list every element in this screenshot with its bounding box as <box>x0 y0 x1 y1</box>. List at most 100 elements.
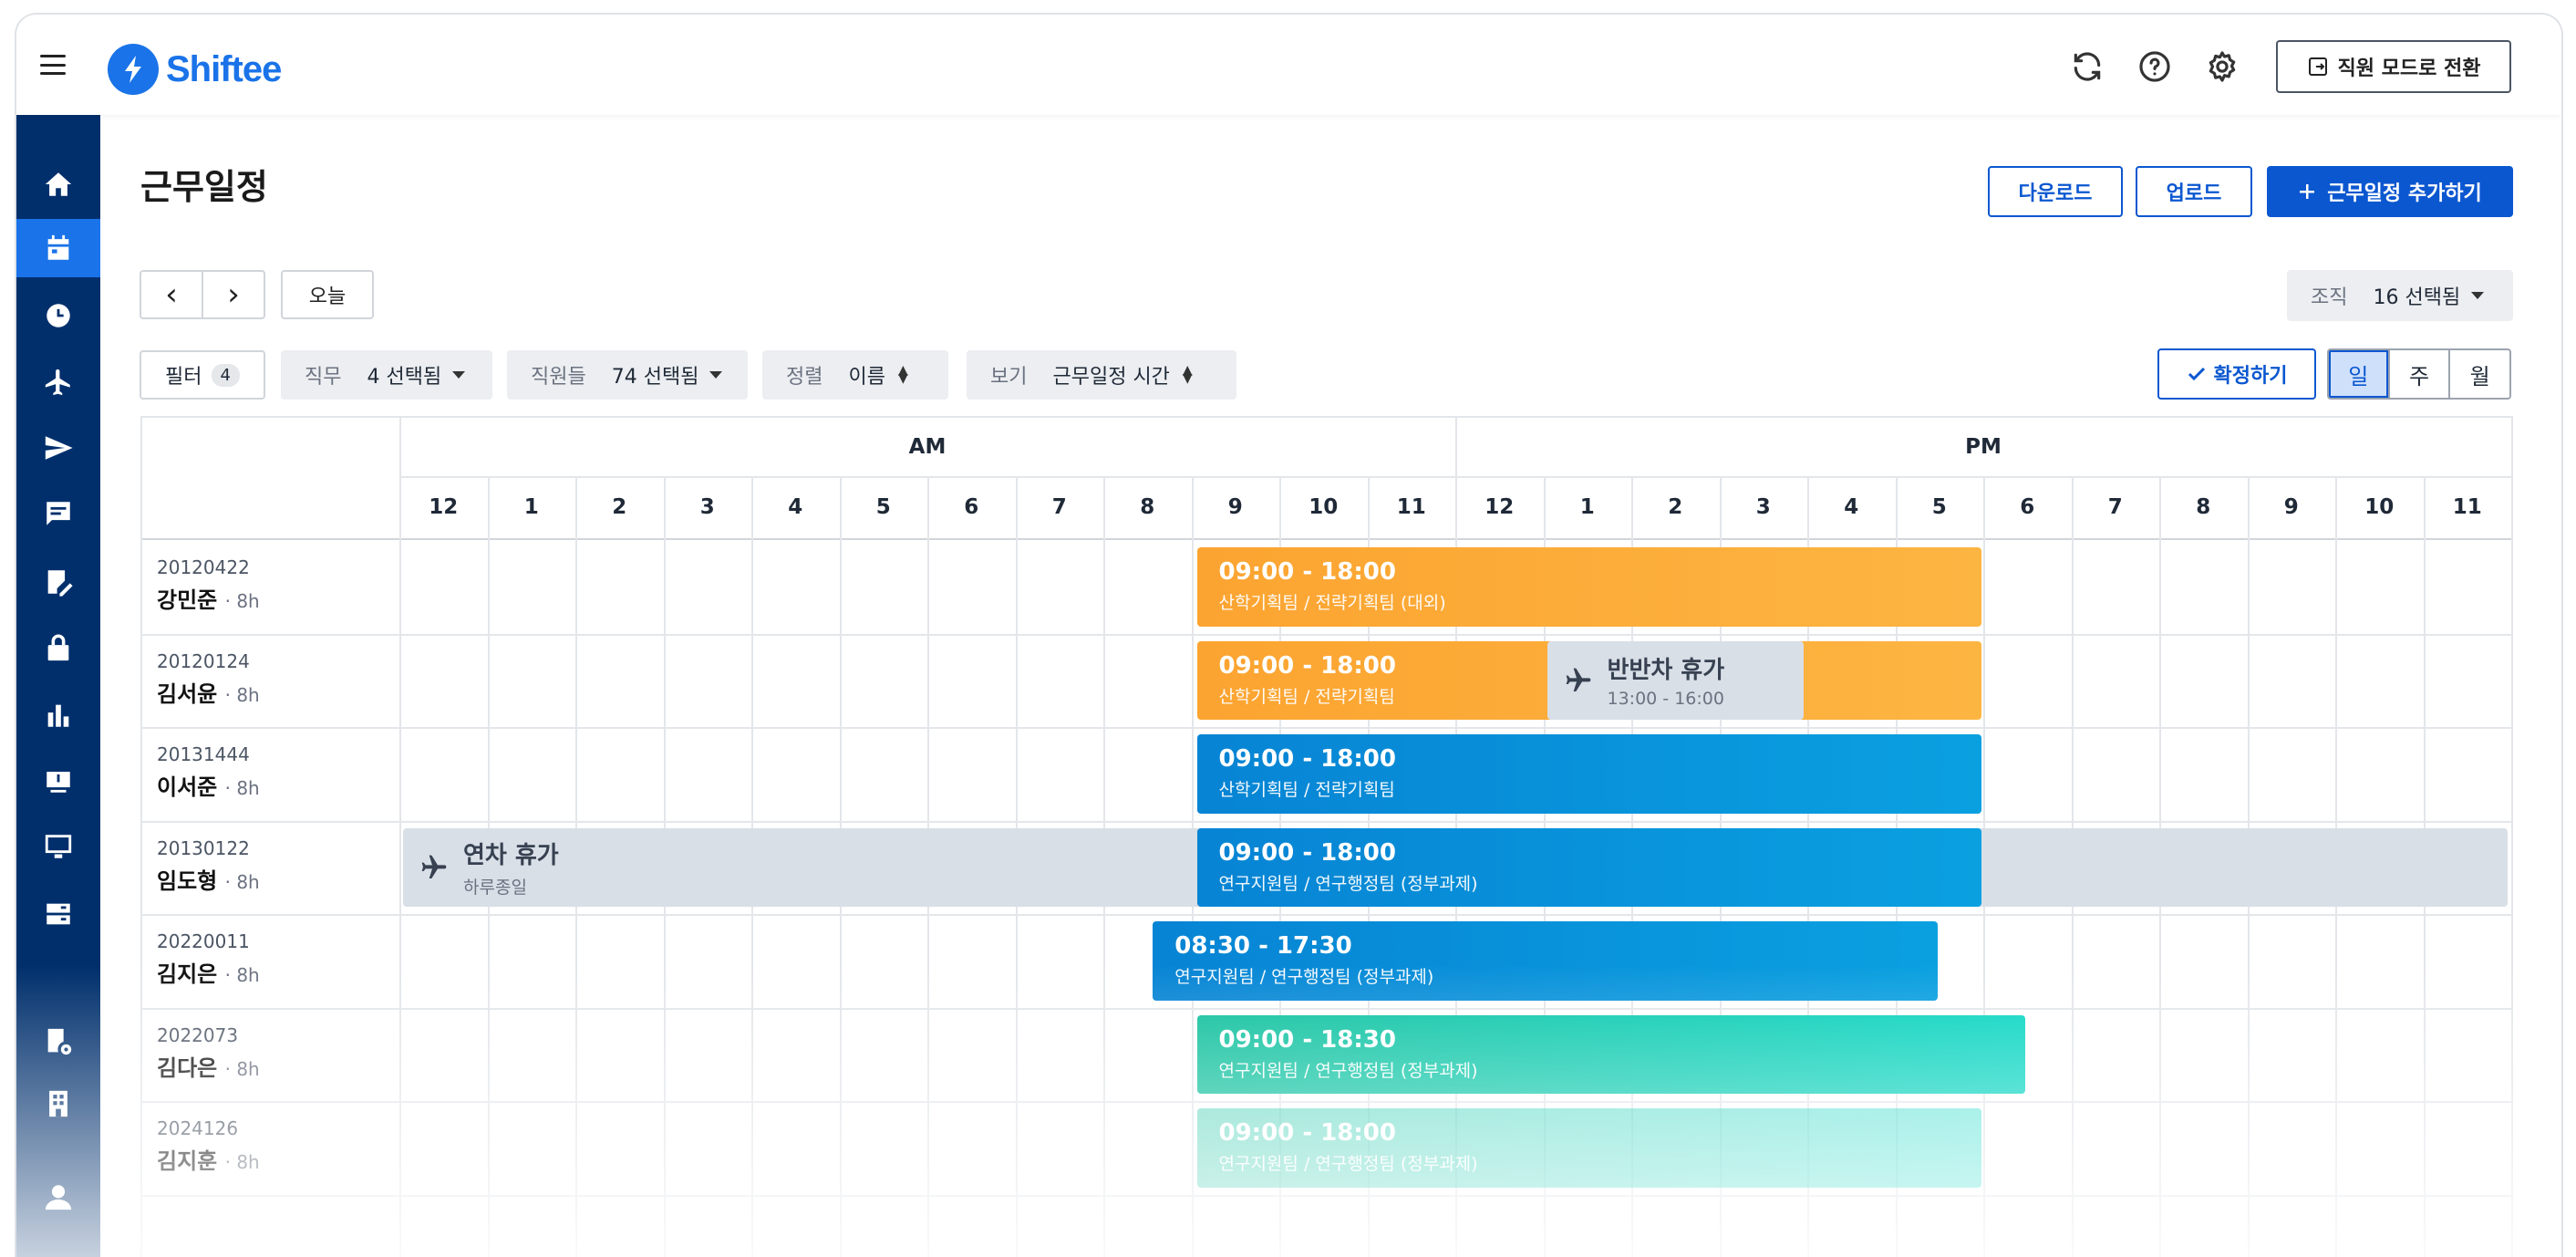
view-arrows-icon: ▲ ▼ <box>1182 363 1193 386</box>
building-icon <box>49 1090 67 1117</box>
shift-team: 연구지원팀 / 연구행정팀 (정부과제) <box>1218 1154 1478 1174</box>
view-mode-day[interactable]: 일 <box>2329 350 2390 398</box>
sidebar-item-schedule[interactable] <box>16 219 100 277</box>
employee-id: 20220011 <box>157 930 250 952</box>
airplane-icon <box>421 855 447 878</box>
help-icon[interactable] <box>2137 49 2172 84</box>
employee-id: 20120422 <box>157 556 250 578</box>
hour-label: 11 <box>1396 495 1426 519</box>
home-icon <box>45 172 72 196</box>
sidebar-item-documents[interactable] <box>16 553 100 611</box>
airplane-icon <box>1566 668 1590 691</box>
row-divider <box>142 1101 2511 1103</box>
add-schedule-label: 근무일정 추가하기 <box>2327 182 2482 205</box>
employee-name: 김지은 <box>157 961 218 987</box>
logo[interactable]: Shiftee <box>108 44 282 95</box>
app-name: Shiftee <box>166 48 282 89</box>
settings-gear-icon[interactable] <box>2205 49 2240 84</box>
hour-label: 1 <box>523 495 539 519</box>
sidebar-item-profile[interactable] <box>16 1168 100 1226</box>
view-mode-toggle: 일 주 월 <box>2327 348 2511 400</box>
employee-hours: · 8h <box>224 1057 260 1080</box>
row-divider <box>142 1194 2511 1197</box>
sort-selector[interactable]: 정렬 이름 ▲ ▼ <box>762 350 948 400</box>
employee-hours: · 8h <box>224 1151 260 1173</box>
sidebar-item-security[interactable] <box>16 618 100 677</box>
sidebar-item-home[interactable] <box>16 155 100 213</box>
confirm-label: 확정하기 <box>2213 365 2288 388</box>
employee-cell[interactable]: 20120124 김서윤 · 8h <box>157 650 260 708</box>
employee-cell[interactable]: 20131444 이서준 · 8h <box>157 743 260 801</box>
sidebar-item-leave[interactable] <box>16 353 100 411</box>
employee-name-line: 임도형 · 8h <box>157 863 260 895</box>
role-filter[interactable]: 직무 4 선택됨 <box>281 350 492 400</box>
sidebar-item-payroll[interactable] <box>16 752 100 810</box>
hour-label: 10 <box>2364 495 2395 519</box>
row-divider <box>142 820 2511 823</box>
hour-label: 12 <box>429 495 459 519</box>
row-divider <box>142 914 2511 916</box>
airplane-icon <box>45 369 70 396</box>
sidebar-item-reports[interactable] <box>16 686 100 744</box>
menu-icon[interactable] <box>40 55 66 75</box>
sidebar-item-admin-settings[interactable] <box>16 1013 100 1071</box>
shift-block[interactable]: 09:00 - 18:00 산학기획팀 / 전략기획팀 <box>1196 734 1981 814</box>
download-button[interactable]: 다운로드 <box>1988 166 2123 217</box>
employee-name-line: 김지훈 · 8h <box>157 1143 260 1175</box>
employee-hours: · 8h <box>224 683 260 706</box>
shift-block[interactable]: 09:00 - 18:00 산학기획팀 / 전략기획팀 (대외) <box>1196 547 1981 627</box>
employee-cell[interactable]: 2022073 김다은 · 8h <box>157 1024 260 1082</box>
add-schedule-button[interactable]: 근무일정 추가하기 <box>2267 166 2513 217</box>
employee-mode-button[interactable]: 직원 모드로 전환 <box>2276 40 2511 93</box>
shift-team: 연구지원팀 / 연구행정팀 (정부과제) <box>1174 967 1434 987</box>
employee-name: 김다은 <box>157 1054 218 1081</box>
employee-name: 김지훈 <box>157 1148 218 1174</box>
message-icon <box>47 502 70 525</box>
employee-cell[interactable]: 20130122 임도형 · 8h <box>157 837 260 895</box>
edit-document-icon <box>47 570 73 597</box>
hour-label: 11 <box>2452 495 2482 519</box>
shift-block[interactable]: 09:00 - 18:00 연구지원팀 / 연구행정팀 (정부과제) <box>1196 827 1981 907</box>
upload-button[interactable]: 업로드 <box>2136 166 2252 217</box>
staff-filter[interactable]: 직원들 74 선택됨 <box>507 350 748 400</box>
leave-block[interactable]: 반반차 휴가 13:00 - 16:00 <box>1547 640 1804 720</box>
shift-block[interactable]: 09:00 - 18:30 연구지원팀 / 연구행정팀 (정부과제) <box>1196 1014 2026 1094</box>
view-mode-month[interactable]: 월 <box>2450 350 2509 398</box>
staff-value: 74 선택됨 <box>611 366 699 389</box>
shift-team: 연구지원팀 / 연구행정팀 (정부과제) <box>1218 873 1478 894</box>
sidebar-item-company[interactable] <box>16 1075 100 1133</box>
sidebar-item-devices[interactable] <box>16 817 100 876</box>
view-selector[interactable]: 보기 근무일정 시간 ▲ ▼ <box>967 350 1236 400</box>
filter-button[interactable]: 필터 4 <box>140 350 265 400</box>
employee-cell[interactable]: 20120422 강민준 · 8h <box>157 556 260 614</box>
leave-time: 13:00 - 16:00 <box>1607 689 1724 710</box>
hour-label: 2 <box>612 495 627 519</box>
calendar-icon <box>47 234 69 260</box>
caret-down-icon <box>709 371 723 379</box>
sidebar-item-attendance[interactable] <box>16 286 100 345</box>
employee-mode-label: 직원 모드로 전환 <box>2337 57 2481 80</box>
confirm-button[interactable]: 확정하기 <box>2157 348 2316 400</box>
shift-block[interactable]: 08:30 - 17:30 연구지원팀 / 연구행정팀 (정부과제) <box>1153 921 1938 1001</box>
org-selector[interactable]: 조직 16 선택됨 <box>2287 270 2513 321</box>
next-day-button[interactable]: › <box>202 270 265 319</box>
prev-day-button[interactable]: ‹ <box>140 270 203 319</box>
hour-label: 8 <box>1140 495 1155 519</box>
sidebar-item-storage[interactable] <box>16 885 100 943</box>
caret-down-icon <box>452 371 466 379</box>
org-label: 조직 <box>2311 286 2348 309</box>
sidebar-item-requests[interactable] <box>16 419 100 477</box>
view-mode-week[interactable]: 주 <box>2390 350 2451 398</box>
document-settings-icon <box>47 1028 72 1055</box>
sidebar-item-messages[interactable] <box>16 484 100 543</box>
employee-cell[interactable]: 2024126 김지훈 · 8h <box>157 1117 260 1175</box>
shift-block[interactable]: 09:00 - 18:00 연구지원팀 / 연구행정팀 (정부과제) <box>1196 1108 1981 1188</box>
view-value: 근무일정 시간 <box>1052 366 1170 389</box>
employee-cell[interactable]: 20220011 김지은 · 8h <box>157 930 260 988</box>
send-icon <box>45 436 73 460</box>
leave-title: 연차 휴가 <box>463 841 559 869</box>
refresh-icon[interactable] <box>2070 49 2105 84</box>
row-divider <box>142 1007 2511 1010</box>
employee-hours: · 8h <box>224 870 260 893</box>
today-button[interactable]: 오늘 <box>281 270 374 319</box>
